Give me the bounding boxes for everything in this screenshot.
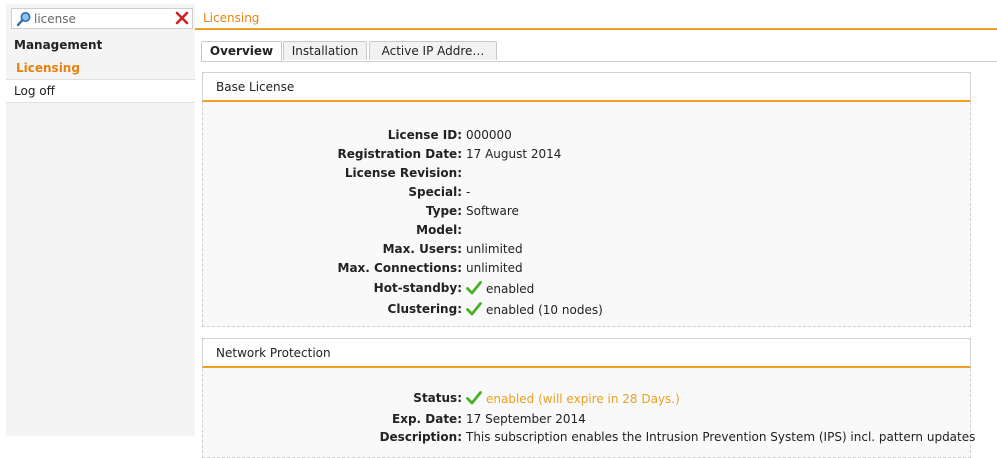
field-value: 17 September 2014 bbox=[466, 412, 586, 426]
field-value: enabled (10 nodes) bbox=[466, 302, 603, 317]
field-label: Clustering: bbox=[387, 302, 462, 316]
license-revision-row: License Revision: bbox=[203, 164, 972, 182]
page-title: Licensing bbox=[203, 11, 260, 25]
check-icon bbox=[466, 281, 482, 295]
field-value: enabled bbox=[466, 281, 534, 296]
base-license-panel: Base License License ID: 000000 Registra… bbox=[202, 72, 971, 327]
main-content: Licensing Overview Installation Active I… bbox=[195, 4, 997, 458]
sidebar-item-management[interactable]: Management bbox=[6, 35, 195, 57]
field-label: Status: bbox=[413, 391, 462, 405]
network-protection-header: Network Protection bbox=[202, 338, 971, 368]
type-row: Type: Software bbox=[203, 202, 972, 220]
max-users-row: Max. Users: unlimited bbox=[203, 240, 972, 258]
registration-date-row: Registration Date: 17 August 2014 bbox=[203, 145, 972, 163]
field-value: unlimited bbox=[466, 242, 523, 256]
value-text: enabled bbox=[486, 282, 535, 296]
max-connections-row: Max. Connections: unlimited bbox=[203, 259, 972, 277]
base-license-header: Base License bbox=[202, 72, 971, 102]
field-value: - bbox=[466, 185, 471, 199]
field-label: Max. Connections: bbox=[337, 261, 462, 275]
special-row: Special: - bbox=[203, 183, 972, 201]
tab-installation[interactable]: Installation bbox=[283, 41, 367, 60]
field-label: Model: bbox=[416, 223, 462, 237]
license-id-row: License ID: 000000 bbox=[203, 126, 972, 144]
check-icon bbox=[466, 302, 482, 316]
field-value: Software bbox=[466, 204, 519, 218]
exp-date-row: Exp. Date: 17 September 2014 bbox=[203, 410, 972, 428]
network-protection-panel: Network Protection Status: enabled (will… bbox=[202, 338, 976, 458]
field-label: Exp. Date: bbox=[392, 412, 462, 426]
tab-bar: Overview Installation Active IP Addre… bbox=[201, 41, 997, 62]
field-label: License ID: bbox=[387, 128, 462, 142]
value-text: enabled (will expire in 28 Days.) bbox=[486, 392, 680, 406]
field-label: Type: bbox=[425, 204, 462, 218]
field-value: 000000 bbox=[466, 128, 512, 142]
panel-title: Network Protection bbox=[216, 346, 331, 360]
model-row: Model: bbox=[203, 221, 972, 239]
title-bar: Licensing bbox=[195, 4, 997, 30]
field-label: Registration Date: bbox=[337, 147, 462, 161]
sidebar: Management Licensing Log off bbox=[6, 4, 196, 436]
hot-standby-row: Hot-standby: enabled bbox=[203, 279, 972, 297]
field-value: unlimited bbox=[466, 261, 523, 275]
field-label: Description: bbox=[379, 430, 462, 444]
field-value: This subscription enables the Intrusion … bbox=[466, 430, 976, 444]
clustering-row: Clustering: enabled (10 nodes) bbox=[203, 300, 972, 318]
value-text: enabled (10 nodes) bbox=[486, 303, 603, 317]
tab-active-ip-addresses[interactable]: Active IP Addre… bbox=[369, 41, 497, 60]
sidebar-item-licensing[interactable]: Licensing bbox=[6, 57, 195, 80]
field-label: Special: bbox=[408, 185, 462, 199]
field-label: Max. Users: bbox=[382, 242, 462, 256]
search-icon bbox=[16, 12, 31, 27]
panel-title: Base License bbox=[216, 80, 295, 94]
check-icon bbox=[466, 391, 482, 405]
sidebar-nav: Management Licensing Log off bbox=[6, 35, 195, 103]
tab-overview[interactable]: Overview bbox=[201, 41, 282, 61]
description-row: Description: This subscription enables t… bbox=[203, 428, 976, 446]
sidebar-item-log-off[interactable]: Log off bbox=[6, 80, 195, 103]
status-row: Status: enabled (will expire in 28 Days.… bbox=[203, 389, 972, 407]
search-input[interactable] bbox=[34, 10, 164, 27]
field-label: Hot-standby: bbox=[373, 281, 462, 295]
field-label: License Revision: bbox=[344, 166, 462, 180]
field-value: enabled (will expire in 28 Days.) bbox=[466, 391, 680, 406]
search-box[interactable] bbox=[11, 8, 193, 29]
field-value: 17 August 2014 bbox=[466, 147, 562, 161]
close-icon[interactable] bbox=[175, 11, 189, 25]
